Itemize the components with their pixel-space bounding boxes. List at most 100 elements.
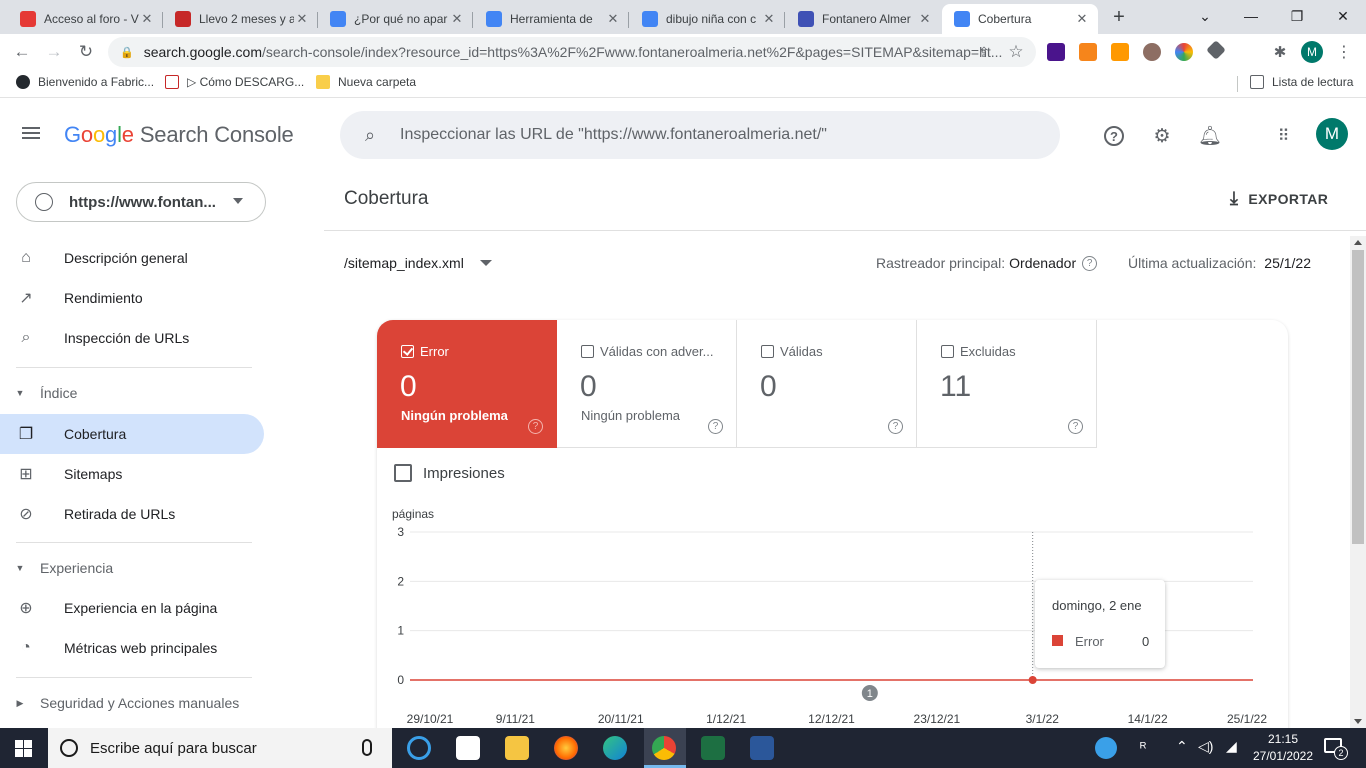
tab-search-icon[interactable]: ⌄ [1182,0,1228,32]
last-updated-info: Última actualización: 25/1/22 [1128,255,1311,271]
sidebar-item-removals[interactable]: ⊘ Retirada de URLs [0,494,264,534]
scroll-down-arrow-icon[interactable] [1354,719,1362,724]
close-window-button[interactable]: ✕ [1320,0,1366,32]
section-experience-toggle[interactable]: ▼ Experiencia [0,553,264,583]
logo-letter: g [105,122,118,147]
browser-tab[interactable]: Llevo 2 meses y a ✕ [163,4,318,34]
metamask-icon[interactable] [1079,43,1097,61]
section-security-toggle[interactable]: ▶ Seguridad y Acciones manuales [0,688,264,718]
cortana-icon[interactable] [407,736,431,760]
sidebar-item-overview[interactable]: ⌂ Descripción general [0,238,264,278]
metric-card-valid-warnings[interactable]: Válidas con adver... 0 Ningún problema ? [557,320,737,448]
bookmark-star-icon[interactable]: ☆ [1002,38,1030,66]
taskbar-search-box[interactable]: Escribe aquí para buscar [48,728,392,768]
browser-tab[interactable]: Fontanero Almer ✕ [786,4,941,34]
clock-time[interactable]: 21:15 [1256,732,1310,746]
tray-chevron-icon[interactable]: ⌃ [1176,738,1188,755]
checkbox-icon[interactable] [941,345,954,358]
profile-avatar[interactable]: M [1301,41,1323,63]
sidebar-item-coverage[interactable]: ❐ Cobertura [0,414,264,454]
manage-users-icon[interactable]: ⚙ [1148,122,1176,150]
forward-icon[interactable]: → [40,38,68,66]
clock-date[interactable]: 27/01/2022 [1250,749,1316,763]
firefox-icon[interactable] [554,736,578,760]
people-icon[interactable]: ᴿ [1140,739,1146,755]
bookmark-folder[interactable]: Nueva carpeta [316,75,416,89]
property-selector[interactable]: https://www.fontan... [16,182,266,222]
help-icon[interactable]: ? [708,419,723,434]
close-tab-icon[interactable]: ✕ [917,11,933,27]
amazon-icon[interactable] [1111,43,1129,61]
impressions-toggle[interactable]: Impresiones [394,464,505,482]
scrollbar-thumb[interactable] [1352,250,1364,544]
close-tab-icon[interactable]: ✕ [294,11,310,27]
section-index-toggle[interactable]: ▼ Índice [0,378,264,408]
close-tab-icon[interactable]: ✕ [761,11,777,27]
share-icon[interactable]: ⇪ [970,38,998,66]
eyedropper-icon[interactable] [1206,40,1226,60]
close-tab-icon[interactable]: ✕ [605,11,621,27]
word-icon[interactable] [750,736,774,760]
sidebar-item-sitemaps[interactable]: ⊞ Sitemaps [0,454,264,494]
page-scrollbar[interactable] [1350,236,1366,728]
cookie-icon[interactable] [1143,43,1161,61]
new-tab-button[interactable]: + [1108,6,1130,28]
browser-tab[interactable]: dibujo niña con c ✕ [630,4,785,34]
help-icon[interactable]: ? [528,419,543,434]
browser-tab[interactable]: ¿Por qué no apar ✕ [318,4,473,34]
menu-icon[interactable] [22,124,50,148]
search-console-logo[interactable]: Google Search Console [64,122,294,148]
file-explorer-icon[interactable] [505,736,529,760]
close-tab-icon[interactable]: ✕ [139,11,155,27]
help-icon[interactable]: ? [1082,255,1098,271]
apps-grid-icon[interactable]: ⠿ [1270,122,1298,150]
sidebar-item-url-inspection[interactable]: ⌕ Inspección de URLs [0,318,264,358]
checkbox-icon[interactable] [581,345,594,358]
chrome-icon[interactable] [652,736,676,760]
minimize-button[interactable]: — [1228,0,1274,32]
help-tray-icon[interactable] [1095,737,1117,759]
dropdown-caret-icon [233,198,243,204]
extensions-puzzle-icon[interactable]: ✱ [1266,38,1294,66]
windows-start-icon[interactable] [15,740,32,757]
excel-icon[interactable] [701,736,725,760]
network-icon[interactable]: ◢ [1226,738,1237,755]
export-button[interactable]: ⤓ EXPORTAR [1230,188,1328,209]
maximize-button[interactable]: ❐ [1274,0,1320,32]
reload-icon[interactable]: ↻ [72,38,100,66]
url-inspection-search[interactable]: ⌕ Inspeccionar las URL de "https://www.f… [340,111,1060,159]
help-icon[interactable]: ? [1100,122,1128,150]
sitemap-dropdown[interactable]: /sitemap_index.xml [344,255,492,271]
metric-card-error[interactable]: Error 0 Ningún problema ? [377,320,557,448]
checkbox-checked-icon[interactable] [401,345,414,358]
sidebar-item-page-experience[interactable]: ⊕ Experiencia en la página [0,588,264,628]
back-icon[interactable]: ← [8,38,36,66]
sidebar-item-core-web-vitals[interactable]: ◔ Métricas web principales [0,628,264,668]
bookmark-item[interactable]: ▷ Cómo DESCARG... [165,75,304,89]
browser-tab[interactable]: Acceso al foro - V ✕ [8,4,163,34]
checkbox-icon[interactable] [394,464,412,482]
bookmark-item[interactable]: Bienvenido a Fabric... [16,75,154,89]
close-tab-icon[interactable]: ✕ [1074,11,1090,27]
checkbox-icon[interactable] [761,345,774,358]
address-bar[interactable]: 🔒 search.google.com /search-console/inde… [108,37,1036,67]
scroll-up-arrow-icon[interactable] [1354,240,1362,245]
help-icon[interactable]: ? [888,419,903,434]
browser-tab[interactable]: Cobertura ✕ [942,4,1098,34]
close-tab-icon[interactable]: ✕ [449,11,465,27]
volume-icon[interactable]: ◁) [1198,738,1213,755]
more-menu-icon[interactable]: ⋮ [1330,38,1358,66]
extension-1-icon[interactable] [1047,43,1065,61]
sidebar-item-performance[interactable]: ↗ Rendimiento [0,278,264,318]
account-avatar[interactable]: M [1316,118,1348,150]
edge-icon[interactable] [603,736,627,760]
store-icon[interactable] [456,736,480,760]
color-picker-icon[interactable] [1175,43,1193,61]
notifications-bell-icon[interactable]: 🔔︎ [1196,122,1224,150]
browser-tab[interactable]: Herramienta de ✕ [474,4,629,34]
help-icon[interactable]: ? [1068,419,1083,434]
metric-card-valid[interactable]: Válidas 0 ? [737,320,917,448]
microphone-icon[interactable] [362,739,372,756]
metric-card-excluded[interactable]: Excluidas 11 ? [917,320,1097,448]
reading-list-button[interactable]: Lista de lectura [1250,75,1353,89]
